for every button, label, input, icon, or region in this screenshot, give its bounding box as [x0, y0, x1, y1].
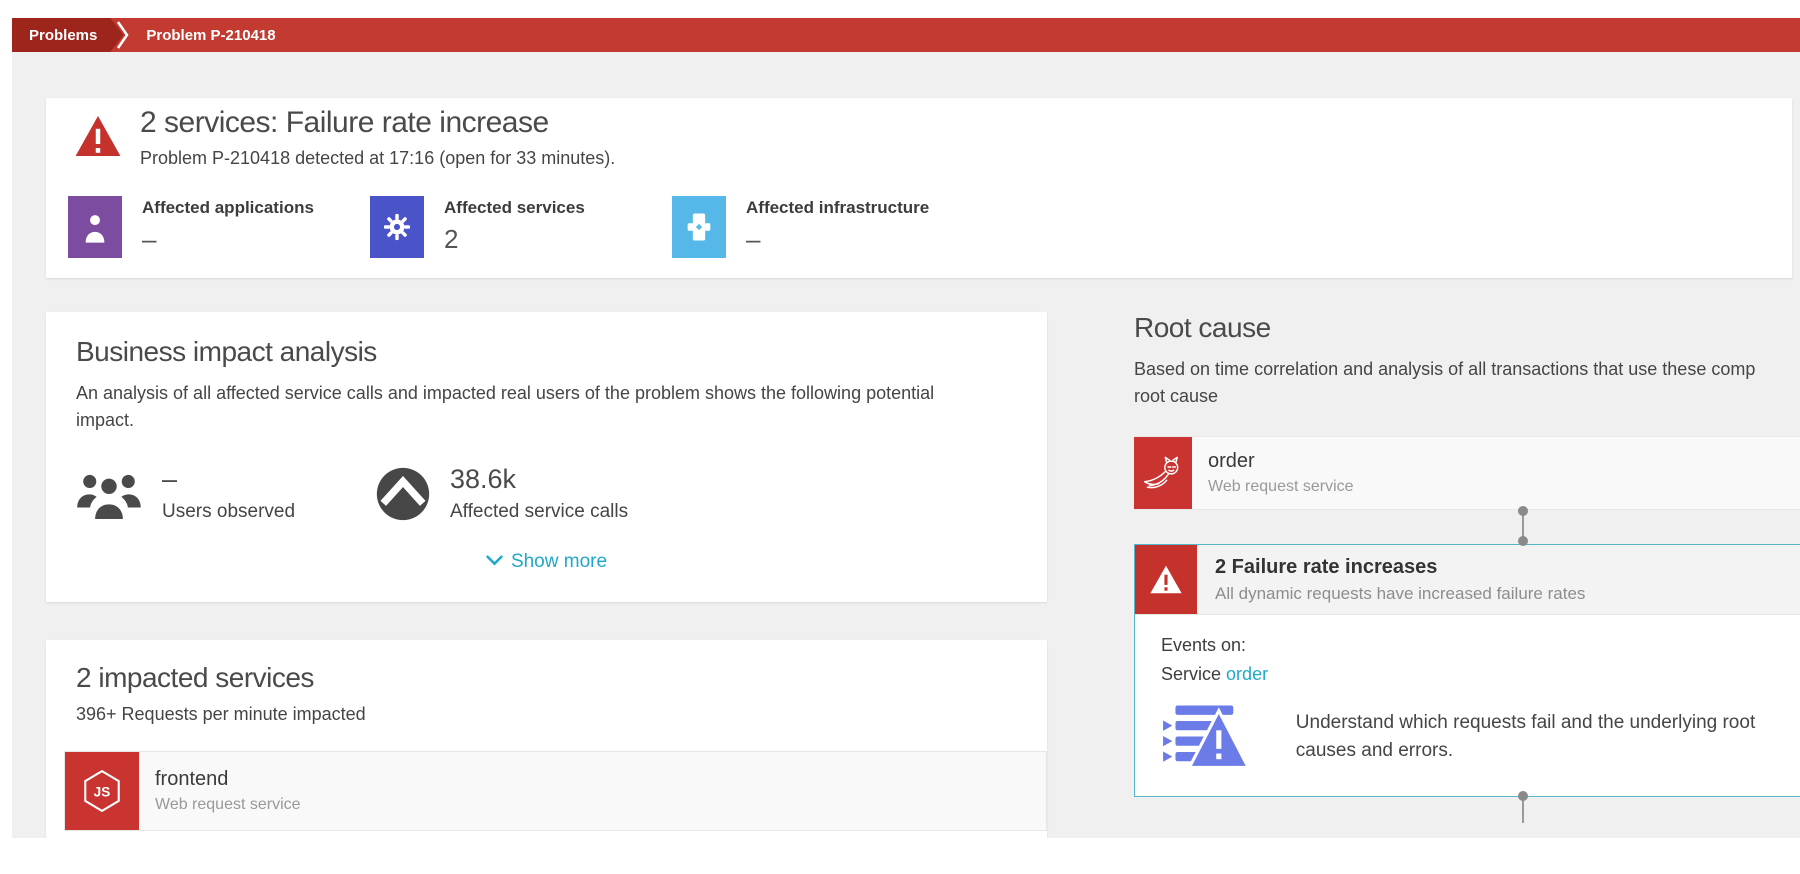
connector-node [1518, 536, 1528, 546]
service-calls-stat: 38.6k Affected service calls [376, 464, 676, 523]
show-more-button[interactable]: Show more [76, 551, 1017, 573]
business-impact-description: An analysis of all affected service call… [76, 380, 996, 434]
event-hint-row: Understand which requests fail and the u… [1161, 703, 1789, 770]
affected-infrastructure: Affected infrastructure – [672, 196, 974, 258]
users-group-icon [76, 468, 142, 520]
service-row-frontend[interactable]: JS frontend Web request service [64, 751, 1047, 831]
service-type: Web request service [155, 796, 301, 814]
root-cause-section: Root cause Based on time correlation and… [1134, 312, 1800, 823]
service-name: order [1208, 450, 1354, 473]
event-card-header: 2 Failure rate increases All dynamic req… [1135, 545, 1800, 615]
problem-subtitle: Problem P-210418 detected at 17:16 (open… [140, 148, 615, 169]
breadcrumb-item-current: Problem P-210418 [129, 18, 275, 52]
user-icon [68, 196, 122, 258]
root-cause-description-line1: Based on time correlation and analysis o… [1134, 356, 1800, 383]
root-cause-connector-bottom [1134, 797, 1800, 823]
breadcrumb-item-problems[interactable]: Problems [12, 18, 123, 52]
problem-header-card: 2 services: Failure rate increase Proble… [46, 98, 1792, 278]
affected-applications: Affected applications – [68, 196, 370, 258]
failure-rate-event-card: 2 Failure rate increases All dynamic req… [1134, 544, 1800, 797]
impacted-services-title: 2 impacted services [76, 662, 1047, 694]
service-calls-icon [376, 467, 430, 521]
affected-infrastructure-value: – [746, 224, 929, 255]
affected-services-label: Affected services [444, 198, 585, 218]
impact-stats-row: – Users observed 38.6k Affected service … [76, 464, 1017, 523]
service-row-order[interactable]: order Web request service [1134, 436, 1800, 510]
alert-triangle-icon [1135, 545, 1197, 614]
nodejs-icon: JS [65, 752, 139, 830]
tomcat-icon [1134, 437, 1192, 509]
page-title: 2 services: Failure rate increase [140, 106, 549, 140]
affected-entities-row: Affected applications – [68, 196, 974, 258]
business-impact-card: Business impact analysis An analysis of … [46, 312, 1047, 602]
users-observed-stat: – Users observed [76, 464, 376, 523]
chevron-down-icon [486, 555, 503, 566]
connector-node [1518, 506, 1528, 516]
impacted-services-subtitle: 396+ Requests per minute impacted [76, 704, 1047, 725]
users-observed-label: Users observed [162, 501, 295, 523]
impacted-services-card: 2 impacted services 396+ Requests per mi… [46, 640, 1047, 838]
service-order-link[interactable]: order [1226, 664, 1268, 684]
events-service-line: Service order [1161, 664, 1789, 685]
infrastructure-icon [672, 196, 726, 258]
event-subtitle: All dynamic requests have increased fail… [1215, 584, 1585, 604]
service-calls-value: 38.6k [450, 464, 628, 495]
affected-services-value: 2 [444, 224, 585, 255]
show-more-label: Show more [511, 551, 607, 572]
root-cause-description: Based on time correlation and analysis o… [1134, 356, 1800, 410]
svg-text:JS: JS [94, 785, 111, 800]
gear-icon [370, 196, 424, 258]
event-title: 2 Failure rate increases [1215, 556, 1585, 579]
service-type: Web request service [1208, 478, 1354, 496]
connector-node [1518, 791, 1528, 801]
warning-triangle-icon [74, 114, 122, 158]
service-calls-label: Affected service calls [450, 501, 628, 523]
affected-infrastructure-label: Affected infrastructure [746, 198, 929, 218]
affected-services: Affected services 2 [370, 196, 672, 258]
root-cause-connector [1134, 510, 1800, 544]
events-analysis-icon [1161, 703, 1250, 770]
event-card-body: Events on: Service order [1135, 615, 1800, 796]
service-prefix: Service [1161, 664, 1221, 684]
problem-detail-page: Problems Problem P-210418 2 services: Fa… [0, 0, 1800, 874]
affected-applications-label: Affected applications [142, 198, 314, 218]
service-name: frontend [155, 768, 301, 791]
users-observed-value: – [162, 464, 295, 495]
root-cause-description-line2: root cause [1134, 383, 1800, 410]
root-cause-title: Root cause [1134, 312, 1800, 344]
event-hint-text: Understand which requests fail and the u… [1296, 709, 1789, 764]
breadcrumb: Problems Problem P-210418 [12, 18, 1800, 52]
business-impact-title: Business impact analysis [76, 336, 1017, 368]
content-area: 2 services: Failure rate increase Proble… [12, 52, 1800, 838]
affected-applications-value: – [142, 224, 314, 255]
events-on-label: Events on: [1161, 635, 1789, 656]
